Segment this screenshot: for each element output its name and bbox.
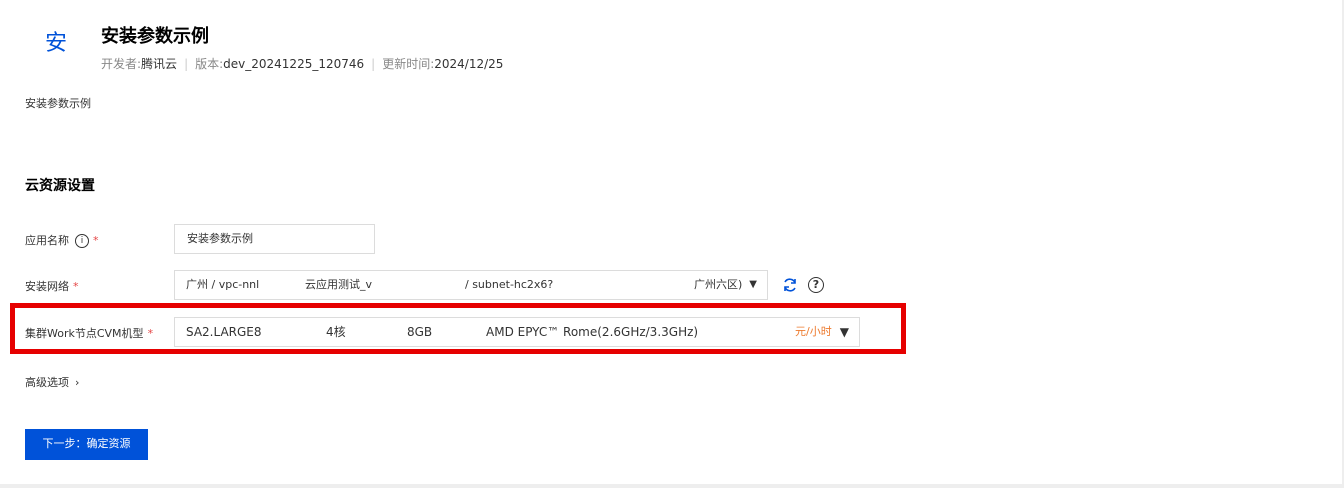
- app-description: 安装参数示例: [25, 97, 91, 110]
- chevron-right-icon: ›: [75, 376, 80, 389]
- cvm-model-select[interactable]: SA2.LARGE8 4核 8GB AMD EPYC™ Rome(2.6GHz/…: [174, 317, 860, 347]
- info-icon[interactable]: i: [75, 234, 89, 248]
- required-mark: *: [147, 327, 154, 340]
- network-vpc-name: 云应用测试_v: [305, 278, 373, 291]
- network-zone: 广州六区): [694, 278, 743, 291]
- app-name-input[interactable]: 安装参数示例: [174, 224, 375, 254]
- cvm-memory: 8GB: [407, 325, 433, 339]
- help-icon[interactable]: ?: [808, 277, 824, 293]
- meta-divider: |: [184, 57, 189, 71]
- network-label-text: 安装网络: [25, 280, 69, 293]
- chevron-down-icon: ▼: [839, 325, 849, 339]
- developer-value: 腾讯云: [141, 57, 178, 71]
- cvm-cores: 4核: [326, 325, 346, 339]
- next-step-button[interactable]: 下一步：确定资源: [25, 429, 148, 460]
- section-title: 云资源设置: [25, 178, 95, 194]
- network-label: 安装网络 *: [25, 278, 79, 294]
- cvm-label: 集群Work节点CVM机型 *: [25, 325, 153, 341]
- refresh-icon[interactable]: [782, 277, 798, 293]
- cvm-label-text: 集群Work节点CVM机型: [25, 327, 144, 340]
- meta-divider: |: [371, 57, 376, 71]
- cvm-cpu: AMD EPYC™ Rome(2.6GHz/3.3GHz): [486, 325, 699, 339]
- cvm-model: SA2.LARGE8: [186, 325, 262, 339]
- required-mark: *: [73, 280, 79, 293]
- chevron-down-icon: ▼: [749, 279, 757, 290]
- app-name-label: 应用名称 i *: [25, 232, 99, 248]
- advanced-options-toggle[interactable]: 高级选项 ›: [25, 374, 79, 390]
- updated-value: 2024/12/25: [434, 57, 504, 71]
- page-bottom-border: [0, 484, 1344, 488]
- version-label: 版本:: [195, 57, 224, 71]
- developer-label: 开发者:: [101, 57, 142, 71]
- version-value: dev_20241225_120746: [223, 57, 365, 71]
- page-title: 安装参数示例: [101, 26, 209, 47]
- required-mark: *: [93, 234, 99, 247]
- network-region: 广州 / vpc-nnl: [186, 278, 260, 291]
- network-subnet: / subnet-hc2x6?: [465, 278, 554, 291]
- updated-label: 更新时间:: [382, 57, 435, 71]
- app-name-label-text: 应用名称: [25, 234, 69, 247]
- app-logo-icon: 安: [44, 31, 67, 56]
- network-select[interactable]: 广州 / vpc-nnl 云应用测试_v / subnet-hc2x6? 广州六…: [174, 270, 768, 300]
- app-meta: 开发者:腾讯云 | 版本:dev_20241225_120746 | 更新时间:2024…: [101, 55, 503, 72]
- advanced-options-label: 高级选项: [25, 376, 69, 389]
- cvm-price: 元/小时: [795, 325, 832, 338]
